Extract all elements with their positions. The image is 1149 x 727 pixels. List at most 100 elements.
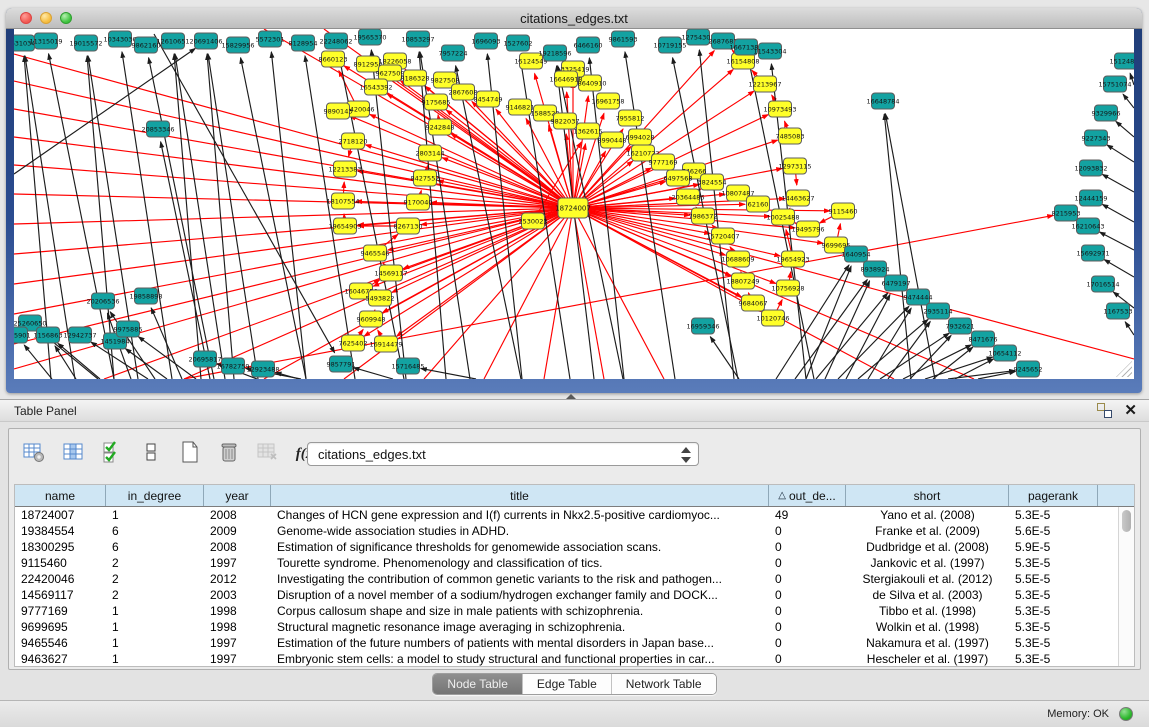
table-cell: 2008 bbox=[204, 539, 271, 555]
graph-node-label: 12444159 bbox=[1074, 194, 1107, 202]
citation-edge-black[interactable] bbox=[825, 281, 870, 379]
graph-node-label: 12213383 bbox=[328, 165, 361, 173]
close-panel-icon[interactable]: ✕ bbox=[1124, 403, 1137, 418]
column-header-name[interactable]: name bbox=[15, 485, 106, 506]
table-row[interactable]: 1938455462009Genome-wide association stu… bbox=[15, 523, 1118, 539]
new-table-button[interactable] bbox=[175, 439, 205, 469]
column-header-year[interactable]: year bbox=[204, 485, 271, 506]
citation-edge-red[interactable] bbox=[573, 208, 776, 283]
table-settings-button[interactable] bbox=[19, 439, 49, 469]
graph-node-label: 20364486 bbox=[671, 193, 704, 201]
tab-network-table[interactable]: Network Table bbox=[611, 674, 716, 694]
scrollbar-thumb[interactable] bbox=[1122, 510, 1131, 532]
citation-edge-red[interactable] bbox=[573, 208, 1134, 359]
citation-network-graph[interactable]: 8660123891295418226058962750981863289827… bbox=[14, 29, 1134, 379]
table-body: 1872400712008Changes of HCN gene express… bbox=[15, 507, 1118, 666]
table-cell: Estimation of significance thresholds fo… bbox=[271, 539, 769, 555]
show-columns-button[interactable] bbox=[58, 439, 88, 469]
citation-edge-black[interactable] bbox=[138, 337, 196, 379]
citation-edge-black[interactable] bbox=[925, 357, 993, 379]
citation-edge-black[interactable] bbox=[353, 368, 393, 379]
column-header-short[interactable]: short bbox=[846, 485, 1009, 506]
citation-edge-red[interactable] bbox=[14, 208, 573, 284]
graph-node-label: 11315019 bbox=[29, 37, 62, 45]
citation-edge-red[interactable] bbox=[573, 208, 604, 379]
table-cell: 5.3E-5 bbox=[1009, 603, 1098, 619]
graph-node-label: 10756928 bbox=[771, 284, 804, 292]
citation-edge-black[interactable] bbox=[710, 337, 739, 379]
table-toolbar: f(x) bbox=[19, 436, 322, 472]
citation-edge-black[interactable] bbox=[1102, 204, 1134, 222]
network-canvas[interactable]: 8660123891295418226058962750981863289827… bbox=[14, 29, 1134, 379]
float-panel-icon[interactable] bbox=[1097, 403, 1112, 418]
citation-edge-black[interactable] bbox=[868, 308, 911, 379]
table-cell: 0 bbox=[769, 523, 846, 539]
table-row[interactable]: 2242004622012Investigating the contribut… bbox=[15, 571, 1118, 587]
row-height-button[interactable] bbox=[136, 439, 166, 469]
table-cell: Franke et al. (2009) bbox=[846, 523, 1009, 539]
graph-node-label: 19015572 bbox=[69, 39, 102, 47]
citation-edge-red[interactable] bbox=[484, 208, 573, 379]
citation-edge-black[interactable] bbox=[1104, 260, 1134, 277]
table-scrollbar[interactable] bbox=[1118, 507, 1134, 666]
graph-node-label: 11543304 bbox=[753, 47, 786, 55]
table-row[interactable]: 1830029562008Estimation of significance … bbox=[15, 539, 1118, 555]
citation-edge-black[interactable] bbox=[1123, 94, 1134, 108]
citation-edge-black[interactable] bbox=[207, 54, 234, 379]
citation-edge-black[interactable] bbox=[625, 52, 675, 379]
table-row[interactable]: 911546021997Tourette syndrome. Phenomeno… bbox=[15, 555, 1118, 571]
citation-edge-black[interactable] bbox=[846, 295, 890, 379]
column-header-in-degree[interactable]: in_degree bbox=[106, 485, 204, 506]
memory-ok-icon bbox=[1119, 707, 1133, 721]
citation-edge-black[interactable] bbox=[1102, 174, 1134, 192]
citation-edge-red[interactable] bbox=[370, 114, 573, 208]
table-cell: 5.3E-5 bbox=[1009, 651, 1098, 666]
table-cell: 18724007 bbox=[15, 507, 106, 523]
citation-edge-red[interactable] bbox=[14, 208, 573, 369]
table-row[interactable]: 946554611997Estimation of the future num… bbox=[15, 635, 1118, 651]
table-row[interactable]: 1872400712008Changes of HCN gene express… bbox=[15, 507, 1118, 523]
table-row[interactable]: 969969511998Structural magnetic resonanc… bbox=[15, 619, 1118, 635]
select-columns-button[interactable] bbox=[97, 439, 127, 469]
citation-edge-black[interactable] bbox=[151, 308, 182, 379]
delete-table-button[interactable] bbox=[214, 439, 244, 469]
citation-edge-black[interactable] bbox=[24, 345, 52, 379]
graph-node-label: 9175685 bbox=[422, 98, 451, 106]
table-cell: 18300295 bbox=[15, 539, 106, 555]
graph-node-label: 8660123 bbox=[319, 55, 348, 63]
citation-edge-black[interactable] bbox=[1116, 121, 1134, 137]
table-cell: 0 bbox=[769, 603, 846, 619]
graph-node-label: 14569117 bbox=[374, 269, 407, 277]
citation-edge-black[interactable] bbox=[880, 333, 949, 379]
table-row[interactable]: 946362711997Embryonic stem cells: a mode… bbox=[15, 651, 1118, 666]
citation-edge-black[interactable] bbox=[174, 54, 201, 379]
column-header-out-de-[interactable]: △out_de... bbox=[769, 485, 846, 506]
citation-edge-red[interactable] bbox=[424, 208, 573, 379]
citation-edge-black[interactable] bbox=[208, 54, 258, 379]
citation-edge-black[interactable] bbox=[1107, 145, 1134, 162]
citation-edge-black[interactable] bbox=[154, 34, 335, 353]
citation-edge-red[interactable] bbox=[544, 208, 573, 379]
tab-node-table[interactable]: Node Table bbox=[433, 674, 522, 694]
column-header-pagerank[interactable]: pagerank bbox=[1009, 485, 1098, 506]
table-cell: 14569117 bbox=[15, 587, 106, 603]
table-row[interactable]: 1456911722003Disruption of a novel membe… bbox=[15, 587, 1118, 603]
table-cell: Hescheler et al. (1997) bbox=[846, 651, 1009, 666]
table-row[interactable]: 977716911998Corpus callosum shape and si… bbox=[15, 603, 1118, 619]
citation-edge-red[interactable] bbox=[14, 208, 573, 224]
graph-node-label: 10025488 bbox=[766, 213, 799, 221]
citation-edge-black[interactable] bbox=[371, 50, 406, 379]
table-cell: 1998 bbox=[204, 619, 271, 635]
table-settings-icon bbox=[22, 440, 46, 469]
graph-node-label: 12610651 bbox=[156, 37, 189, 45]
column-header-title[interactable]: title bbox=[271, 485, 769, 506]
tab-edge-table[interactable]: Edge Table bbox=[522, 674, 611, 694]
citation-edge-black[interactable] bbox=[161, 142, 210, 379]
table-selector-dropdown[interactable]: citations_edges.txt bbox=[307, 442, 699, 466]
network-window-titlebar[interactable]: citations_edges.txt bbox=[6, 8, 1142, 29]
table-cell: Tourette syndrome. Phenomenology and cla… bbox=[271, 555, 769, 571]
citation-edge-black[interactable] bbox=[276, 372, 299, 379]
application-window: citations_edges.txt 86601238912954182260… bbox=[0, 0, 1149, 727]
citation-edge-black[interactable] bbox=[1125, 322, 1134, 335]
table-cell: de Silva et al. (2003) bbox=[846, 587, 1009, 603]
